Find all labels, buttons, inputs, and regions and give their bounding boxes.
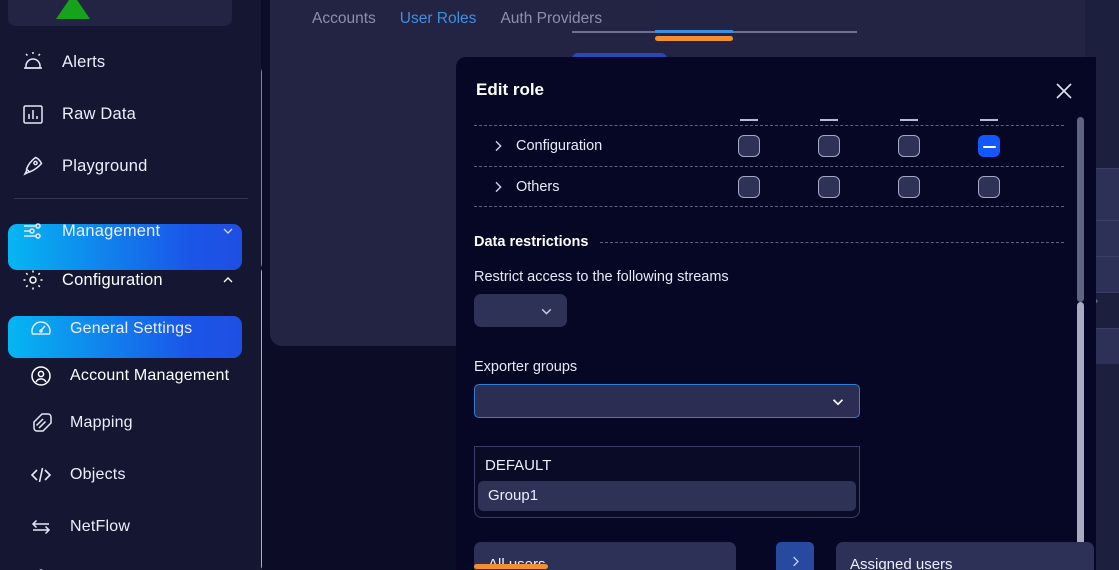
permission-checkbox-4[interactable] bbox=[978, 175, 1000, 198]
modal-title: Edit role bbox=[476, 80, 545, 99]
annotation-highlight-tab bbox=[655, 36, 733, 41]
sidebar-item-security[interactable]: Security bbox=[0, 553, 262, 570]
sidebar-scrollbar[interactable] bbox=[261, 0, 262, 570]
edit-role-modal: Edit role Configuration Others Data rest… bbox=[456, 57, 1096, 570]
exporter-groups-dropdown: DEFAULT Group1 bbox=[474, 446, 860, 518]
assigned-users-label: Assigned users bbox=[850, 556, 953, 570]
column-header-truncated bbox=[900, 119, 918, 121]
scrollbar-thumb-lower[interactable] bbox=[1077, 302, 1084, 547]
left-sidebar: Alerts Raw Data Playground Management Co… bbox=[0, 0, 262, 570]
tab-accounts[interactable]: Accounts bbox=[312, 10, 376, 36]
section-title: Data restrictions bbox=[474, 234, 589, 250]
chevron-right-icon[interactable] bbox=[490, 179, 506, 195]
users-transfer-row: All users Assigned users bbox=[474, 542, 1094, 570]
exporter-groups-field-label: Exporter groups bbox=[474, 359, 578, 375]
dropdown-option-default[interactable]: DEFAULT bbox=[475, 451, 859, 481]
permission-checkbox-1[interactable] bbox=[738, 175, 760, 198]
alert-siren-icon bbox=[18, 47, 48, 77]
permission-checkbox-4[interactable] bbox=[978, 135, 1000, 157]
scrollbar-thumb-lower[interactable] bbox=[261, 268, 262, 570]
sidebar-item-label: Alerts bbox=[62, 52, 106, 71]
permission-checkbox-2[interactable] bbox=[818, 135, 840, 157]
chevron-down-icon[interactable] bbox=[220, 223, 236, 239]
speedometer-icon bbox=[26, 314, 56, 344]
sidebar-nav-list: Alerts Raw Data Playground Management Co… bbox=[0, 36, 262, 570]
chevron-up-icon[interactable] bbox=[220, 272, 236, 288]
sidebar-item-mapping[interactable]: Mapping bbox=[0, 397, 262, 449]
section-header-data-restrictions: Data restrictions bbox=[474, 233, 1064, 251]
chevron-down-icon bbox=[538, 303, 555, 320]
sidebar-item-label: NetFlow bbox=[70, 518, 131, 535]
user-circle-icon bbox=[26, 361, 56, 391]
sidebar-item-label: Mapping bbox=[70, 414, 133, 431]
tab-active-indicator bbox=[655, 30, 733, 33]
scrollbar-thumb-upper[interactable] bbox=[1077, 117, 1084, 302]
sidebar-item-raw-data[interactable]: Raw Data bbox=[0, 88, 262, 140]
section-divider bbox=[600, 241, 1064, 243]
sidebar-item-management[interactable]: Management bbox=[0, 205, 262, 257]
app-root: Accounts User Roles Auth Providers Add r… bbox=[0, 0, 1119, 570]
sidebar-item-alerts[interactable]: Alerts bbox=[0, 36, 262, 88]
sidebar-item-label: Configuration bbox=[62, 270, 163, 289]
permission-checkbox-2[interactable] bbox=[818, 175, 840, 198]
scrollbar-track bbox=[261, 0, 262, 68]
annotation-highlight-dropdown bbox=[474, 564, 548, 569]
permission-checkbox-3[interactable] bbox=[898, 175, 920, 198]
chevron-right-icon[interactable] bbox=[490, 138, 506, 154]
column-header-truncated bbox=[980, 119, 998, 121]
bar-chart-icon bbox=[18, 99, 48, 129]
tab-user-roles[interactable]: User Roles bbox=[400, 10, 477, 36]
rocket-icon bbox=[18, 151, 48, 181]
dropdown-option-group1[interactable]: Group1 bbox=[478, 481, 856, 511]
move-to-assigned-button[interactable] bbox=[776, 542, 814, 570]
permission-label: Configuration bbox=[516, 138, 603, 154]
permission-label: Others bbox=[516, 178, 560, 195]
layers-icon bbox=[26, 408, 56, 438]
permission-column-headers bbox=[474, 113, 1064, 125]
gear-icon bbox=[18, 265, 48, 295]
sidebar-item-label: General Settings bbox=[70, 320, 193, 337]
assigned-users-panel: Assigned users bbox=[836, 542, 1094, 570]
sliders-icon bbox=[18, 216, 48, 246]
column-header-truncated bbox=[740, 119, 758, 121]
logo-container[interactable] bbox=[8, 0, 232, 26]
permission-checkbox-3[interactable] bbox=[898, 135, 920, 157]
sidebar-item-label: Playground bbox=[62, 156, 148, 175]
modal-body: Configuration Others Data restrictions R… bbox=[474, 113, 1064, 418]
permission-row-others: Others bbox=[474, 166, 1064, 207]
sidebar-item-account-management[interactable]: Account Management bbox=[0, 355, 262, 397]
green-triangle-logo bbox=[56, 0, 90, 19]
streams-field-label: Restrict access to the following streams bbox=[474, 269, 729, 285]
permission-row-configuration: Configuration bbox=[474, 125, 1064, 166]
sidebar-item-netflow[interactable]: NetFlow bbox=[0, 501, 262, 553]
exchange-arrows-icon bbox=[26, 512, 56, 542]
close-icon[interactable] bbox=[1052, 79, 1076, 103]
chevron-down-icon bbox=[829, 393, 847, 411]
sidebar-item-label: Management bbox=[62, 221, 161, 240]
sidebar-item-general-settings[interactable]: General Settings bbox=[0, 303, 262, 355]
tab-bar: Accounts User Roles Auth Providers bbox=[312, 10, 602, 36]
sidebar-item-label: Raw Data bbox=[62, 104, 137, 123]
sidebar-item-configuration[interactable]: Configuration bbox=[0, 257, 262, 303]
permission-checkbox-1[interactable] bbox=[738, 135, 760, 157]
shield-check-icon bbox=[26, 564, 56, 570]
sidebar-item-label: Account Management bbox=[70, 367, 230, 384]
scrollbar-thumb-upper[interactable] bbox=[261, 68, 262, 268]
exporter-groups-select[interactable] bbox=[474, 384, 860, 418]
sidebar-item-objects[interactable]: Objects bbox=[0, 449, 262, 501]
column-header-truncated bbox=[820, 119, 838, 121]
code-brackets-icon bbox=[26, 460, 56, 490]
sidebar-divider bbox=[14, 198, 248, 199]
sidebar-item-playground[interactable]: Playground bbox=[0, 140, 262, 192]
sidebar-item-label: Objects bbox=[70, 466, 126, 483]
modal-scrollbar[interactable] bbox=[1077, 117, 1084, 547]
streams-select[interactable] bbox=[474, 294, 567, 327]
